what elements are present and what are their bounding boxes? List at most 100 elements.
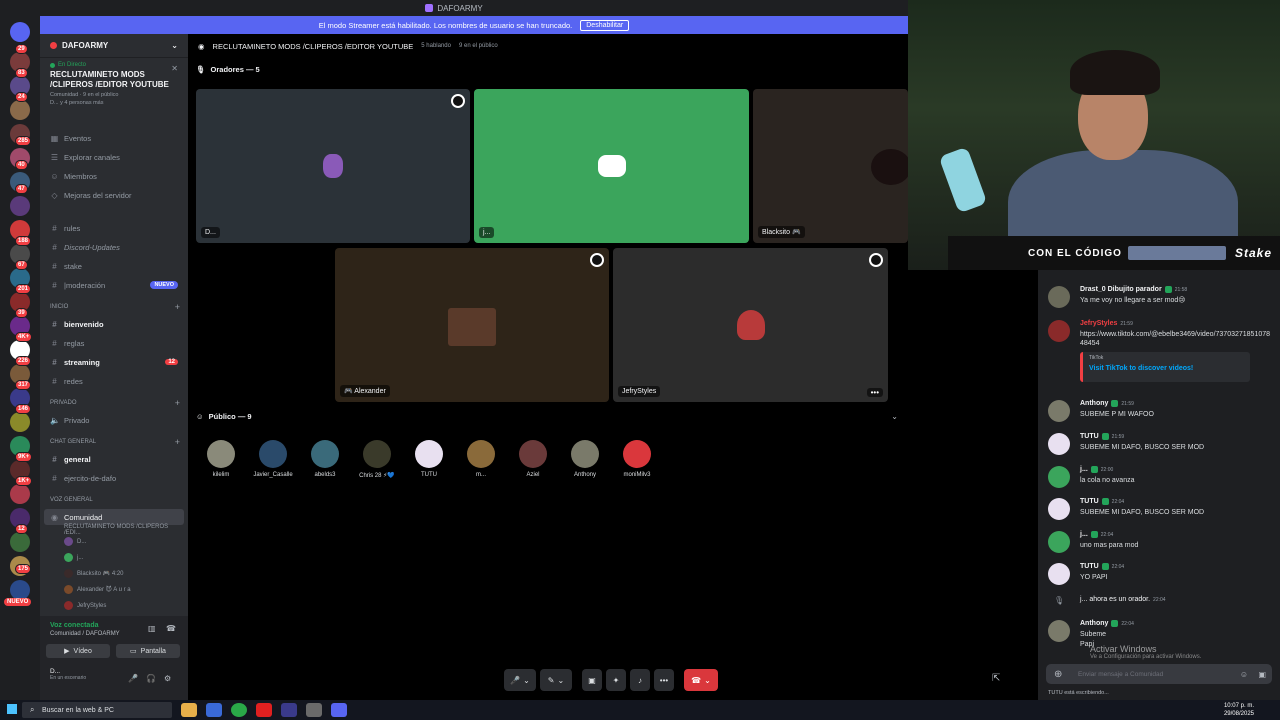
channel-reglas[interactable]: # reglas [44, 335, 184, 351]
voice-user[interactable]: Blacksito 🎮 4:20 [64, 569, 184, 578]
channel-ejercito-de-dafo[interactable]: # ejercito-de-dafo [44, 470, 184, 486]
message-author[interactable]: TUTU [1080, 433, 1099, 440]
disconnect-icon[interactable]: ☎ [166, 624, 176, 633]
server-icon[interactable] [10, 412, 30, 432]
avatar[interactable] [1048, 433, 1070, 455]
leave-call-button[interactable]: ☎ ⌄ [684, 669, 718, 691]
embed-title[interactable]: Visit TikTok to discover videos! [1089, 365, 1244, 372]
watch-stream-icon[interactable] [590, 253, 604, 267]
nav-browse-channels[interactable]: ☰ Explorar canales [44, 149, 184, 165]
server-icon[interactable] [10, 100, 30, 120]
watch-stream-icon[interactable] [869, 253, 883, 267]
more-options-icon[interactable]: ••• [866, 388, 883, 397]
message-author[interactable]: JefryStyles [1080, 320, 1117, 327]
audience-member[interactable]: moniMilv3 [611, 440, 663, 478]
voice-channel-comunidad[interactable]: ◉ Comunidad [44, 509, 184, 525]
category-chat-general[interactable]: CHAT GENERAL + [50, 438, 180, 447]
audience-member[interactable]: abelds3 [299, 440, 351, 478]
server-icon[interactable] [10, 484, 30, 504]
category-privado[interactable]: PRIVADO + [50, 399, 180, 408]
audience-member[interactable]: Aziel [507, 440, 559, 478]
screen-share-button[interactable]: ▭ Pantalla [116, 644, 180, 658]
audience-member[interactable]: m... [455, 440, 507, 478]
speaker-tile[interactable]: Blacksito 🎮 [753, 89, 908, 243]
audience-member[interactable]: Anthony [559, 440, 611, 478]
speaker-tile[interactable]: 🎮 Alexander [335, 248, 609, 402]
server-icon[interactable] [10, 580, 30, 600]
message-author[interactable]: TUTU [1080, 563, 1099, 570]
signal-icon[interactable]: ▥ [148, 624, 156, 633]
emoji-icon[interactable]: ☺ [1240, 670, 1248, 679]
youtube-icon[interactable] [256, 703, 272, 717]
audience-member[interactable]: Chris 28 ⚡💙 [351, 440, 403, 479]
message-author[interactable]: TUTU [1080, 498, 1099, 505]
channel-general[interactable]: # general [44, 451, 184, 467]
windows-start-icon[interactable] [7, 704, 17, 714]
voice-user[interactable]: Alexander 😈 A u r a [64, 585, 184, 594]
taskbar-search[interactable]: ⌕ Buscar en la web & PC [22, 702, 172, 718]
close-icon[interactable]: ✕ [171, 64, 178, 73]
activity-button[interactable]: ✦ [606, 669, 626, 691]
avatar[interactable] [1048, 400, 1070, 422]
add-channel-icon[interactable]: + [175, 399, 180, 408]
channel-stake[interactable]: # stake [44, 258, 184, 274]
discord-icon[interactable] [331, 703, 347, 717]
avatar[interactable] [1048, 498, 1070, 520]
server-icon[interactable] [10, 532, 30, 552]
settings-gear-icon[interactable]: ⚙ [164, 674, 171, 683]
message-author[interactable]: Anthony [1080, 400, 1108, 407]
chrome-icon[interactable] [231, 703, 247, 717]
nav-members[interactable]: ☺ Miembros [44, 168, 184, 184]
voice-location[interactable]: Comunidad / DAFOARMY [50, 631, 120, 637]
message-author[interactable]: j... [1080, 466, 1088, 473]
speaker-tile[interactable]: JefryStyles ••• [613, 248, 888, 402]
message-author[interactable]: j... [1080, 531, 1088, 538]
speaker-tile[interactable]: j... [474, 89, 749, 243]
microphone-icon[interactable]: 🎤 [128, 674, 138, 683]
server-icon[interactable] [10, 196, 30, 216]
app-icon[interactable] [281, 703, 297, 717]
popout-icon[interactable]: ⇱ [992, 673, 1000, 684]
channel-bienvenido[interactable]: # bienvenido [44, 316, 184, 332]
message-author[interactable]: Drast_0 Dibujito parador [1080, 286, 1162, 293]
message-input[interactable]: ⊕ Enviar mensaje a Comunidad ☺ ▣ [1046, 664, 1272, 684]
category-voz-general[interactable]: VOZ GENERAL [50, 497, 180, 503]
mute-toggle[interactable]: 🎤 ⌄ [504, 669, 536, 691]
avatar[interactable] [1048, 286, 1070, 308]
apps-icon[interactable]: ▣ [1258, 670, 1266, 679]
chevron-down-icon[interactable]: ⌄ [891, 412, 898, 421]
more-button[interactable]: ••• [654, 669, 674, 691]
audience-member[interactable]: kilelim [195, 440, 247, 478]
add-attachment-icon[interactable]: ⊕ [1054, 669, 1062, 680]
server-header[interactable]: DAFOARMY ⌄ [40, 34, 188, 58]
message-author[interactable]: Anthony [1080, 620, 1108, 627]
channel-rules[interactable]: # rules [44, 220, 184, 236]
voice-user[interactable]: j... [64, 553, 184, 562]
video-button[interactable]: ▶ Vídeo [46, 644, 110, 658]
audience-member[interactable]: TUTU [403, 440, 455, 478]
avatar[interactable] [1048, 563, 1070, 585]
soundboard-button[interactable]: ♪ [630, 669, 650, 691]
share-screen-button[interactable]: ▣ [582, 669, 602, 691]
channel-streaming[interactable]: # streaming 12 [44, 354, 184, 370]
message-link[interactable]: https://www.tiktok.com/@ebelbe3469/video… [1080, 330, 1270, 348]
add-channel-icon[interactable]: + [175, 303, 180, 312]
avatar[interactable] [1048, 320, 1070, 342]
watch-stream-icon[interactable] [451, 94, 465, 108]
avatar[interactable] [1048, 620, 1070, 642]
headphones-icon[interactable]: 🎧 [146, 674, 156, 683]
file-explorer-icon[interactable] [181, 703, 197, 717]
nav-events[interactable]: ▦ Eventos [44, 130, 184, 146]
app-icon[interactable] [206, 703, 222, 717]
camera-toggle[interactable]: ✎ ⌄ [540, 669, 572, 691]
audience-member[interactable]: Javier_Casalle [247, 440, 299, 478]
channel-moderacion[interactable]: # |moderación NUEVO [44, 277, 184, 293]
link-embed[interactable]: TikTok Visit TikTok to discover videos! [1080, 352, 1250, 382]
obs-icon[interactable] [306, 703, 322, 717]
live-event-card[interactable]: En Directo RECLUTAMINETO MODS /CLIPEROS … [40, 62, 188, 106]
nav-server-boosts[interactable]: ◇ Mejoras del servidor [44, 187, 184, 203]
voice-user[interactable]: JefryStyles [64, 601, 184, 610]
voice-user[interactable]: D... [64, 537, 184, 546]
category-inicio[interactable]: INICIO + [50, 303, 180, 312]
channel-discord-updates[interactable]: # Discord-Updates [44, 239, 184, 255]
